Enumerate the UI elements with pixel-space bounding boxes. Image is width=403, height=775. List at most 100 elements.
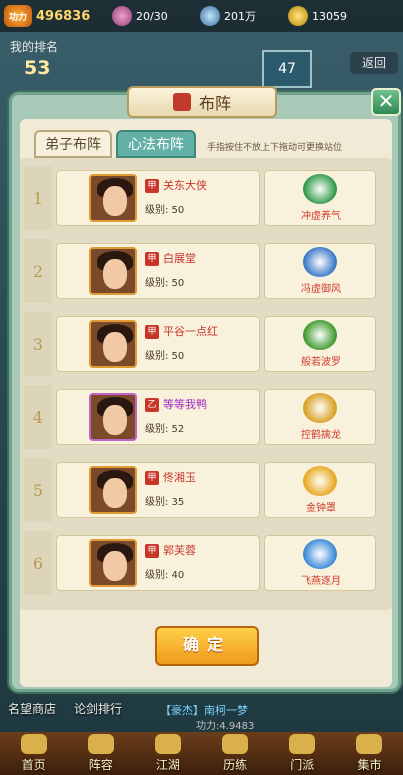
- hero-level: 级别: 35: [145, 497, 185, 508]
- hero-level: 级别: 52: [145, 424, 185, 435]
- market-icon: [356, 734, 383, 754]
- grade-badge: 乙: [145, 398, 159, 412]
- hero-card[interactable]: 甲 郭芙蓉 级别: 40: [56, 535, 260, 591]
- silver-value: 201万: [224, 10, 256, 23]
- formation-row[interactable]: 4 乙 等等我鸭 级别: 52 控鹤擒龙: [24, 385, 388, 449]
- hero-portrait: [89, 466, 137, 514]
- row-position-number: 5: [24, 458, 52, 522]
- hero-name: 白展堂: [163, 252, 196, 265]
- rank-label: 我的排名: [10, 40, 59, 54]
- hero-card[interactable]: 甲 平谷一点红 级别: 50: [56, 316, 260, 372]
- skill-card[interactable]: 冲虚养气: [264, 170, 376, 226]
- skill-name: 金钟罩: [306, 503, 336, 514]
- dialog-title: 布阵: [198, 94, 231, 113]
- sect-icon: [289, 734, 316, 754]
- close-button[interactable]: ✕: [371, 88, 401, 116]
- nav-item[interactable]: 阵容: [67, 732, 134, 775]
- skill-card[interactable]: 金钟罩: [264, 462, 376, 518]
- hero-name: 郭芙蓉: [163, 544, 196, 557]
- nav-label: 首页: [21, 758, 46, 772]
- hero-card[interactable]: 甲 佟湘玉 级别: 35: [56, 462, 260, 518]
- hero-portrait: [89, 539, 137, 587]
- sword-rank-link[interactable]: 论剑排行: [74, 700, 122, 717]
- gold-icon: [288, 6, 308, 26]
- nav-item[interactable]: 门派: [269, 732, 336, 775]
- row-position-number: 6: [24, 531, 52, 595]
- return-button[interactable]: 返回: [350, 52, 398, 74]
- nav-label: 江湖: [155, 758, 180, 772]
- row-position-number: 4: [24, 385, 52, 449]
- hero-portrait: [89, 247, 137, 295]
- skill-card[interactable]: 控鹤擒龙: [264, 389, 376, 445]
- hero-card[interactable]: 乙 等等我鸭 级别: 52: [56, 389, 260, 445]
- nav-item[interactable]: 首页: [0, 732, 67, 775]
- silver-display[interactable]: 201万: [200, 6, 280, 26]
- hero-card[interactable]: 甲 关东大侠 级别: 50: [56, 170, 260, 226]
- hero-level: 级别: 40: [145, 570, 185, 581]
- power-value: 496836: [36, 8, 91, 24]
- row-position-number: 2: [24, 239, 52, 303]
- grade-badge: 甲: [145, 252, 159, 266]
- nav-item[interactable]: 集市: [336, 732, 403, 775]
- grade-badge: 甲: [145, 179, 159, 193]
- hero-portrait: [89, 320, 137, 368]
- stamina-icon: [112, 6, 132, 26]
- home-icon: [20, 734, 47, 754]
- skill-icon: [303, 320, 337, 350]
- drag-hint: 手指按住不放上下拖动可更换站位: [207, 143, 343, 153]
- formation-row[interactable]: 2 甲 白展堂 级别: 50 冯虚御风: [24, 239, 388, 303]
- skill-card[interactable]: 般若波罗: [264, 316, 376, 372]
- gold-display[interactable]: 13059: [288, 6, 368, 26]
- hero-level: 级别: 50: [145, 351, 185, 362]
- skill-name: 般若波罗: [301, 357, 341, 368]
- formation-row[interactable]: 3 甲 平谷一点红 级别: 50 般若波罗: [24, 312, 388, 376]
- hero-name: 平谷一点红: [163, 325, 218, 338]
- tab-disciple-formation[interactable]: 弟子布阵: [34, 130, 112, 158]
- hero-card[interactable]: 甲 白展堂 级别: 50: [56, 243, 260, 299]
- nav-item[interactable]: 江湖: [134, 732, 201, 775]
- silver-icon: [200, 6, 220, 26]
- skill-icon: [303, 539, 337, 569]
- nav-label: 历练: [223, 758, 248, 772]
- hero-portrait: [89, 393, 137, 441]
- resource-bar: 功力 496836 20/30 201万 13059: [0, 0, 403, 32]
- skill-name: 冯虚御风: [301, 284, 341, 295]
- confirm-button[interactable]: 确定: [155, 626, 259, 666]
- grade-badge: 甲: [145, 544, 159, 558]
- marquee-text: 【豪杰】南柯一梦: [160, 704, 248, 717]
- skill-icon: [303, 393, 337, 423]
- formation-row[interactable]: 6 甲 郭芙蓉 级别: 40 飞燕逐月: [24, 531, 388, 595]
- flag-badge: 47: [262, 50, 312, 88]
- stamina-display[interactable]: 20/30: [112, 6, 192, 26]
- skill-name: 飞燕逐月: [301, 576, 341, 587]
- skill-name: 控鹤擒龙: [301, 430, 341, 441]
- hero-name: 关东大侠: [163, 179, 207, 192]
- row-position-number: 1: [24, 166, 52, 230]
- training-icon: [222, 734, 249, 754]
- skill-icon: [303, 466, 337, 496]
- gold-value: 13059: [312, 9, 347, 23]
- lineup-icon: [87, 734, 114, 754]
- formation-row[interactable]: 5 甲 佟湘玉 级别: 35 金钟罩: [24, 458, 388, 522]
- hero-name: 等等我鸭: [163, 398, 207, 411]
- dialog-title-banner: 布阵: [127, 86, 277, 118]
- nav-label: 集市: [357, 758, 382, 772]
- grade-badge: 甲: [145, 471, 159, 485]
- hero-level: 级别: 50: [145, 278, 185, 289]
- row-position-number: 3: [24, 312, 52, 376]
- rank-value: 53: [24, 57, 51, 79]
- power-display: 功力 496836: [4, 5, 104, 27]
- tab-mind-formation[interactable]: 心法布阵: [116, 130, 196, 158]
- skill-card[interactable]: 冯虚御风: [264, 243, 376, 299]
- seal-icon: [172, 93, 191, 111]
- nav-label: 阵容: [88, 758, 113, 772]
- bottom-nav: 首页 阵容 江湖 历练 门派 集市: [0, 732, 403, 775]
- hero-level: 级别: 50: [145, 205, 185, 216]
- formation-row[interactable]: 1 甲 关东大侠 级别: 50 冲虚养气: [24, 166, 388, 230]
- world-icon: [154, 734, 181, 754]
- stamina-value: 20/30: [136, 9, 168, 23]
- hero-name: 佟湘玉: [163, 471, 196, 484]
- reputation-shop-link[interactable]: 名望商店: [8, 700, 56, 717]
- skill-card[interactable]: 飞燕逐月: [264, 535, 376, 591]
- nav-item[interactable]: 历练: [202, 732, 269, 775]
